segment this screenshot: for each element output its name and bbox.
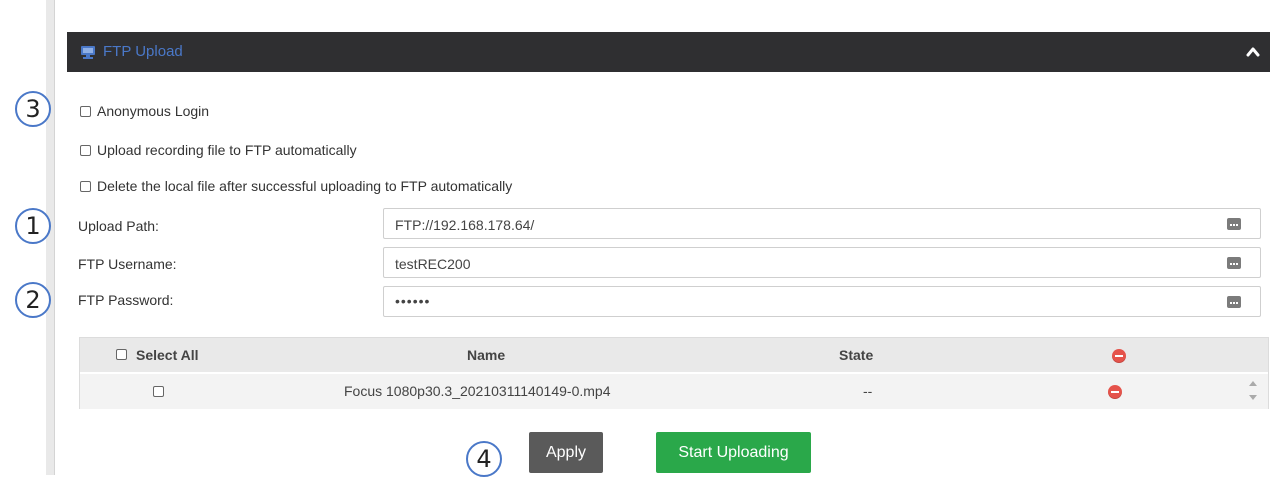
keyboard-icon[interactable] bbox=[1227, 257, 1241, 269]
chevron-up-icon[interactable] bbox=[1246, 45, 1260, 59]
row-state: -- bbox=[863, 383, 873, 399]
left-rail bbox=[46, 0, 54, 475]
row-file-name: Focus 1080p30.3_20210311140149-0.mp4 bbox=[344, 383, 611, 399]
row-checkbox[interactable] bbox=[153, 386, 164, 397]
panel-title: FTP Upload bbox=[103, 43, 183, 60]
callout-badge-3: 3 bbox=[15, 91, 51, 127]
delete-all-icon[interactable] bbox=[1112, 349, 1126, 363]
anonymous-login-label: Anonymous Login bbox=[97, 103, 210, 119]
callout-badge-1: 1 bbox=[15, 208, 51, 244]
password-value: •••••• bbox=[395, 293, 431, 309]
delete-row-icon[interactable] bbox=[1108, 385, 1122, 399]
username-label: FTP Username: bbox=[78, 256, 177, 272]
select-all-label: Select All bbox=[136, 347, 199, 363]
apply-button[interactable]: Apply bbox=[529, 432, 603, 473]
anonymous-login-checkbox[interactable] bbox=[80, 106, 91, 117]
table-row[interactable]: Focus 1080p30.3_20210311140149-0.mp4 -- bbox=[80, 374, 1268, 409]
upload-path-input[interactable]: FTP://192.168.178.64/ bbox=[383, 208, 1261, 239]
file-table: Select All Name State Focus 1080p30.3_20… bbox=[79, 337, 1269, 409]
start-uploading-button[interactable]: Start Uploading bbox=[656, 432, 811, 473]
auto-upload-checkbox[interactable] bbox=[80, 145, 91, 156]
upload-path-label: Upload Path: bbox=[78, 218, 159, 234]
upload-path-value: FTP://192.168.178.64/ bbox=[395, 217, 535, 233]
keyboard-icon[interactable] bbox=[1227, 218, 1241, 230]
delete-local-checkbox[interactable] bbox=[80, 181, 91, 192]
scroll-down-icon[interactable] bbox=[1249, 395, 1257, 400]
state-column-header: State bbox=[839, 347, 874, 363]
password-input[interactable]: •••••• bbox=[383, 286, 1261, 317]
name-column-header: Name bbox=[467, 347, 506, 363]
row-scroll-arrows[interactable] bbox=[1248, 379, 1258, 403]
delete-local-label: Delete the local file after successful u… bbox=[97, 178, 513, 194]
username-input[interactable]: testREC200 bbox=[383, 247, 1261, 278]
username-value: testREC200 bbox=[395, 256, 471, 272]
table-header: Select All Name State bbox=[80, 338, 1268, 372]
monitor-icon bbox=[80, 45, 96, 59]
left-rail-divider bbox=[54, 0, 55, 475]
password-label: FTP Password: bbox=[78, 292, 174, 308]
ftp-upload-panel-header[interactable]: FTP Upload bbox=[67, 32, 1270, 72]
callout-badge-2: 2 bbox=[15, 282, 51, 318]
callout-badge-4: 4 bbox=[466, 441, 502, 477]
keyboard-icon[interactable] bbox=[1227, 296, 1241, 308]
scroll-up-icon[interactable] bbox=[1249, 381, 1257, 386]
auto-upload-label: Upload recording file to FTP automatical… bbox=[97, 142, 357, 158]
select-all-checkbox[interactable] bbox=[116, 349, 127, 360]
